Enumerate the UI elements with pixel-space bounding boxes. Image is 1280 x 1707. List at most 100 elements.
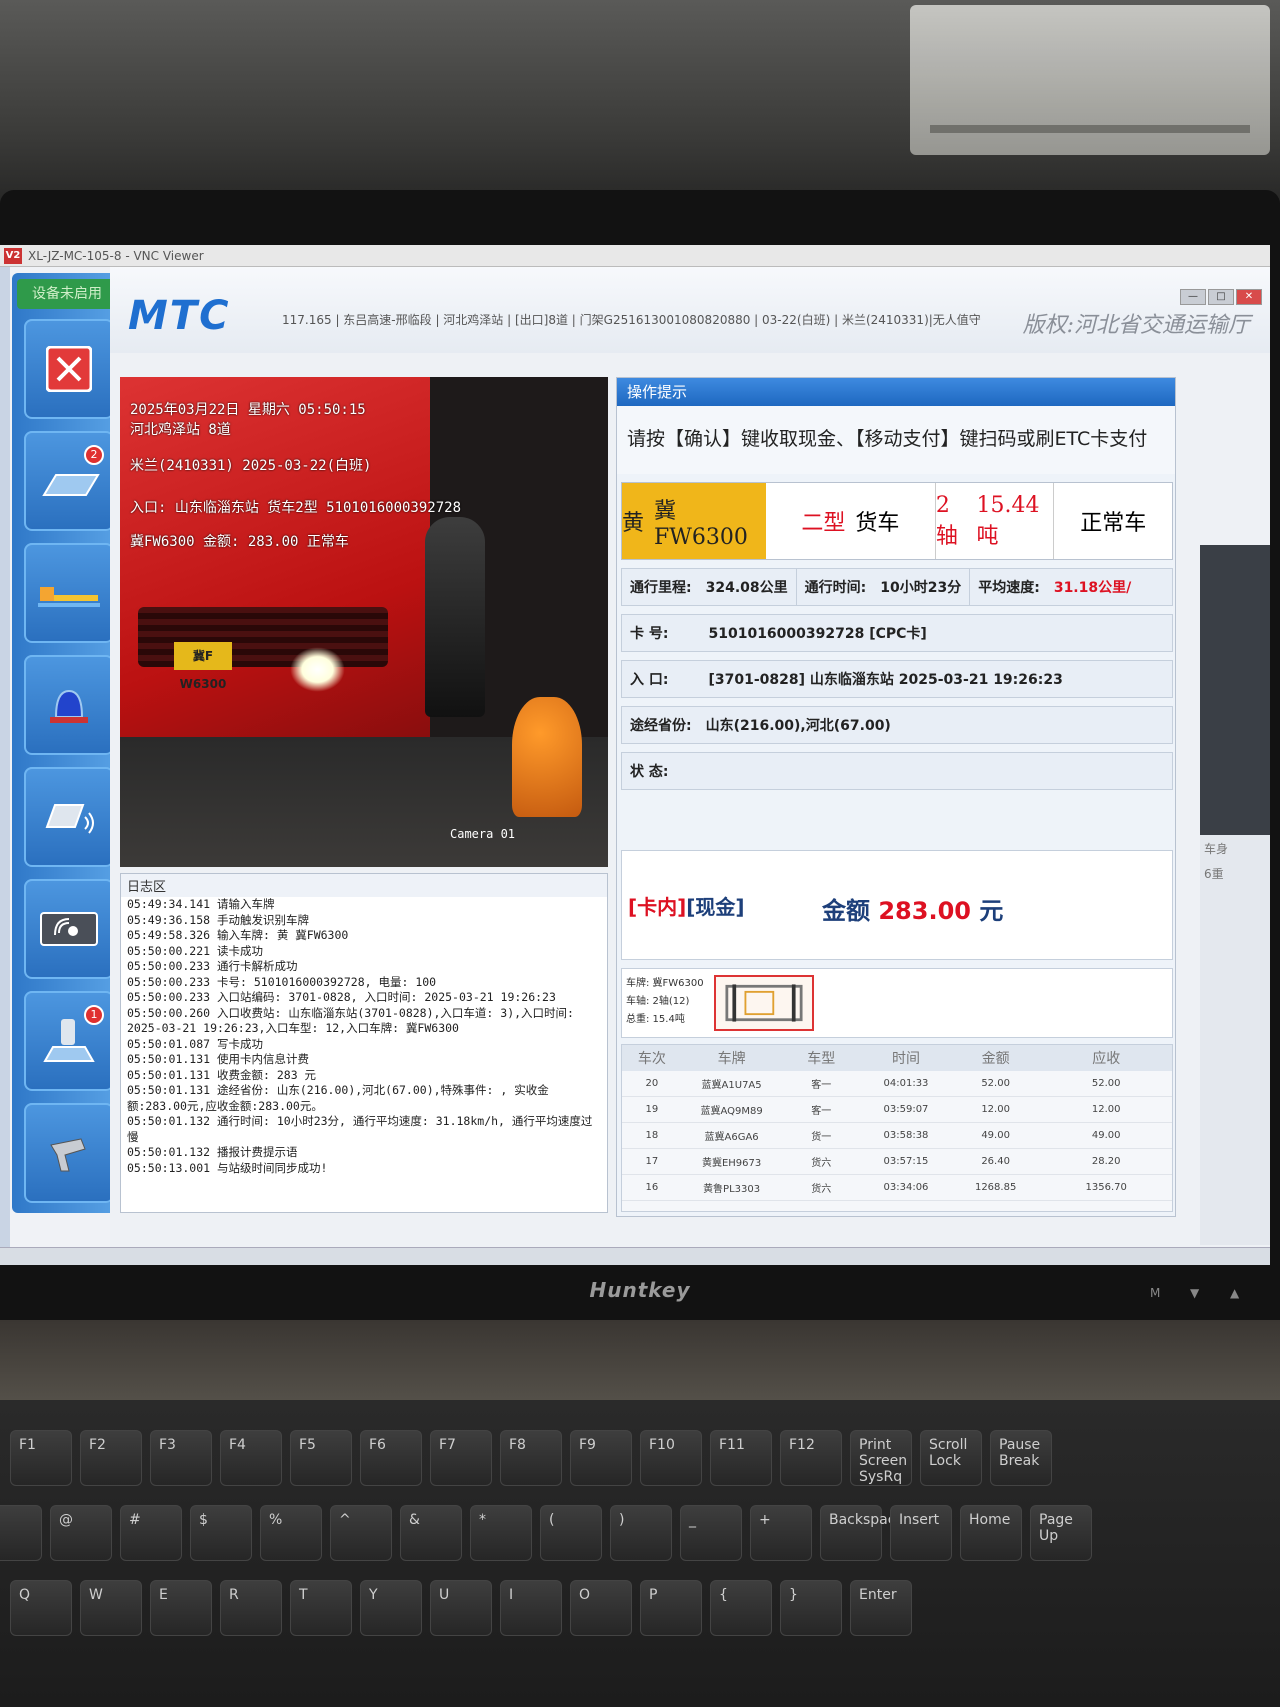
close-icon — [46, 346, 92, 392]
mtc-logo: MTC — [128, 293, 231, 339]
table-row[interactable]: 19 蓝冀AQ9M89 客一 03:59:07 12.00 12.00 — [622, 1097, 1172, 1123]
camera-label: Camera 01 — [450, 827, 516, 841]
monitor-brand-logo: Huntkey — [589, 1278, 691, 1302]
axle-count: 车轴: 2轴(12) — [626, 996, 690, 1007]
table-row[interactable]: 20 蓝冀A1U7A5 客一 04:01:33 52.00 52.00 — [622, 1071, 1172, 1097]
vnc-window-title: XL-JZ-MC-105-8 - VNC Viewer — [28, 248, 204, 263]
scanner-icon — [50, 1138, 86, 1172]
keyboard-key[interactable]: F6 — [360, 1430, 422, 1486]
keyboard-key[interactable]: $ — [190, 1505, 252, 1561]
keyboard-key[interactable]: & — [400, 1505, 462, 1561]
keyboard-key[interactable]: U — [430, 1580, 492, 1636]
keyboard-key[interactable]: F5 — [290, 1430, 352, 1486]
keyboard-key[interactable]: I — [500, 1580, 562, 1636]
alarm-light-button[interactable] — [24, 655, 114, 755]
minimize-button[interactable]: — — [1180, 289, 1206, 305]
keyboard-key[interactable]: P — [640, 1580, 702, 1636]
scanner-button[interactable] — [24, 1103, 114, 1203]
keyboard-key[interactable]: F7 — [430, 1430, 492, 1486]
keyboard-key[interactable]: ! — [0, 1505, 42, 1561]
keyboard-key[interactable]: ( — [540, 1505, 602, 1561]
monitor-up-button[interactable]: ▲ — [1230, 1286, 1239, 1300]
table-row[interactable]: 17 黄冀EH9673 货六 03:57:15 26.40 28.20 — [622, 1149, 1172, 1175]
provinces-row: 途经省份: 山东(216.00),河北(67.00) — [621, 706, 1173, 744]
etc-card-button[interactable] — [24, 767, 114, 867]
alarm-light-icon — [50, 689, 88, 723]
maximize-button[interactable]: □ — [1208, 289, 1234, 305]
amount-unit: 元 — [979, 897, 1004, 925]
keyboard-key[interactable]: O — [570, 1580, 632, 1636]
payment-method: [现金] — [686, 895, 745, 919]
operation-hint: 请按【确认】键收取现金、【移动支付】键扫码或刷ETC卡支付 — [617, 406, 1175, 474]
keyboard-key[interactable]: @ — [50, 1505, 112, 1561]
keyboard-key[interactable]: Insert — [890, 1505, 952, 1561]
log-line: 05:50:01.131 途经省份: 山东(216.00),河北(67.00),… — [127, 1083, 549, 1113]
keyboard-key[interactable]: # — [120, 1505, 182, 1561]
keyboard-key[interactable]: _ — [680, 1505, 742, 1561]
camera-license-plate: 冀F W6300 — [174, 642, 232, 691]
function-key-row: F1 F2 F3 F4 F5 F6 F7 F8 F9 F10 F11 F12 Print Screen … — [10, 1430, 1052, 1490]
keyboard-key[interactable]: F8 — [500, 1430, 562, 1486]
keyboard-key[interactable]: E — [150, 1580, 212, 1636]
keyboard-key[interactable]: Print Screen SysRq — [850, 1430, 912, 1486]
keyboard-key[interactable]: F12 — [780, 1430, 842, 1486]
vnc-logo-icon: V2 — [4, 247, 22, 264]
card-reader-button[interactable]: 2 — [24, 431, 114, 531]
wireless-pay-button[interactable] — [24, 879, 114, 979]
keyboard-key[interactable]: } — [780, 1580, 842, 1636]
vehicle-type: 货车 — [855, 511, 900, 536]
keyboard-key[interactable]: ^ — [330, 1505, 392, 1561]
time-label: 通行时间: — [804, 580, 867, 596]
keyboard-key[interactable]: F9 — [570, 1430, 632, 1486]
camera-overlay-datetime: 2025年03月22日 星期六 05:50:15 — [130, 402, 366, 418]
keyboard-key[interactable]: Scroll Lock — [920, 1430, 982, 1486]
keyboard-key[interactable]: F1 — [10, 1430, 72, 1486]
amount-display: 金额 283.00 元 — [822, 891, 1003, 926]
keyboard-key[interactable]: Enter — [850, 1580, 912, 1636]
keyboard-key[interactable]: % — [260, 1505, 322, 1561]
trip-stats-row: 通行里程: 324.08公里 通行时间: 10小时23分 平均速度: 31.18… — [621, 568, 1173, 606]
keyboard-key[interactable]: W — [80, 1580, 142, 1636]
keyboard-key[interactable]: R — [220, 1580, 282, 1636]
keyboard-key[interactable]: F10 — [640, 1430, 702, 1486]
vehicle-queue-button[interactable]: 1 — [24, 991, 114, 1091]
keyboard-key[interactable]: Page Up — [1030, 1505, 1092, 1561]
keyboard-key[interactable]: Pause Break — [990, 1430, 1052, 1486]
keyboard-key[interactable]: F3 — [150, 1430, 212, 1486]
keyboard-key[interactable]: { — [710, 1580, 772, 1636]
keyboard-key[interactable]: F4 — [220, 1430, 282, 1486]
vehicle-status: 正常车 — [1053, 483, 1172, 559]
barrier-gate-button[interactable] — [24, 543, 114, 643]
table-header: 车次 车牌 车型 时间 金额 应收 — [622, 1045, 1172, 1071]
table-row[interactable]: 16 黄鲁PL3303 货六 03:34:06 1268.85 1356.70 — [622, 1175, 1172, 1201]
log-panel[interactable]: 日志区 05:49:34.141 请输入车牌 05:49:36.158 手动触发… — [120, 873, 608, 1213]
background-window: 车身 6重 — [1200, 545, 1270, 1245]
entry-row: 入 口: [3701-0828] 山东临淄东站 2025-03-21 19:26… — [621, 660, 1173, 698]
keyboard-key[interactable]: T — [290, 1580, 352, 1636]
log-line: 05:50:01.131 使用卡内信息计费 — [127, 1052, 310, 1066]
amount-label: 金额 — [822, 897, 870, 925]
keyboard-key[interactable]: F2 — [80, 1430, 142, 1486]
window-close-button[interactable]: ✕ — [1236, 289, 1262, 305]
time-value: 10小时23分 — [880, 580, 962, 596]
log-title: 日志区 — [121, 874, 607, 897]
keyboard-key[interactable]: * — [470, 1505, 532, 1561]
provinces-value: 山东(216.00),河北(67.00) — [705, 718, 891, 734]
keyboard-key[interactable]: Backspace — [820, 1505, 904, 1561]
close-button[interactable] — [24, 319, 114, 419]
table-row[interactable]: 18 蓝冀A6GA6 货一 03:58:38 49.00 49.00 — [622, 1123, 1172, 1149]
keyboard-key[interactable]: ) — [610, 1505, 672, 1561]
log-line: 05:50:01.087 写卡成功 — [127, 1036, 264, 1051]
monitor-menu-button[interactable]: M — [1150, 1286, 1160, 1300]
axle-diagram-icon — [714, 975, 814, 1031]
keyboard-key[interactable]: + — [750, 1505, 812, 1561]
log-line: 05:50:01.132 通行时间: 10小时23分, 通行平均速度: 31.1… — [127, 1114, 593, 1144]
keyboard-key[interactable]: Q — [10, 1580, 72, 1636]
monitor-down-button[interactable]: ▼ — [1190, 1286, 1199, 1300]
number-key-row: !@#$%^&*()_+BackspaceInsertHomePage Up — [0, 1505, 1092, 1565]
left-desktop-strip — [0, 267, 10, 1247]
keyboard-key[interactable]: Y — [360, 1580, 422, 1636]
keyboard-key[interactable]: F11 — [710, 1430, 772, 1486]
plate-display: 黄 冀FW6300 — [622, 483, 766, 559]
keyboard-key[interactable]: Home — [960, 1505, 1022, 1561]
